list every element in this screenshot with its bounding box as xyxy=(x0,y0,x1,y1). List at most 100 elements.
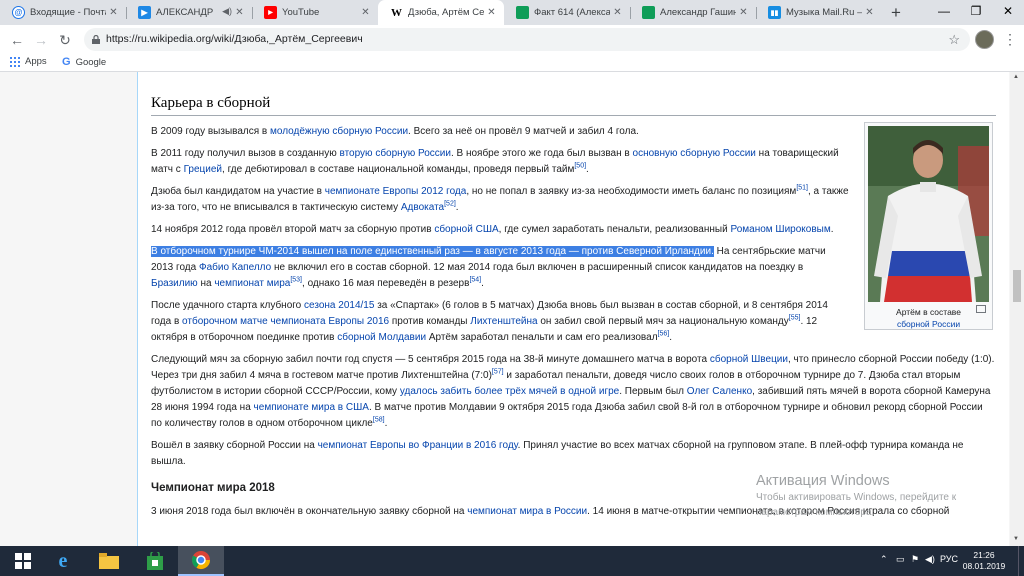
link[interactable]: молодёжную сборную России xyxy=(270,126,408,137)
reference[interactable]: [50] xyxy=(574,163,586,170)
scroll-thumb[interactable] xyxy=(1013,270,1021,302)
link[interactable]: отборочном матче чемпионата Европы 2016 xyxy=(182,316,389,327)
volume-icon[interactable]: ◀) xyxy=(925,554,935,565)
close-icon[interactable]: ✕ xyxy=(359,6,372,19)
close-icon[interactable]: ✕ xyxy=(737,6,750,19)
link[interactable]: сборной Швеции xyxy=(710,354,788,365)
text: . Всего за неё он провёл 9 матчей и заби… xyxy=(408,126,639,137)
paragraph: Следующий мяч за сборную забил почти год… xyxy=(151,352,996,432)
link[interactable]: основную сборную России xyxy=(633,148,756,159)
store-icon xyxy=(147,552,163,570)
address-bar[interactable]: https://ru.wikipedia.org/wiki/Дзюба,_Арт… xyxy=(84,28,970,51)
link[interactable]: Олег Саленко xyxy=(687,386,752,397)
sheet-icon xyxy=(516,6,529,19)
mail-icon: @ xyxy=(12,6,25,19)
enlarge-icon[interactable] xyxy=(976,305,986,313)
reload-button[interactable]: ↻ xyxy=(54,29,76,51)
link[interactable]: чемпионате Европы 2012 года xyxy=(325,186,467,197)
link[interactable]: сборной Молдавии xyxy=(337,332,426,343)
show-hidden-icons[interactable]: ⌃ xyxy=(880,554,888,565)
watermark-line1: Чтобы активировать Windows, перейдите к xyxy=(756,492,957,503)
tab-sheet-fact[interactable]: Факт 614 (Александр ✕ xyxy=(504,0,630,25)
avatar[interactable] xyxy=(975,30,994,49)
back-button[interactable]: ← xyxy=(6,29,28,51)
reference[interactable]: [54] xyxy=(469,277,481,284)
paragraph: После удачного старта клубного сезона 20… xyxy=(151,298,849,346)
tab-music-video[interactable]: ▶ АЛЕКСАНДР ГАШИНЯН ◀) ✕ xyxy=(126,0,252,25)
chrome-button[interactable] xyxy=(178,546,224,576)
text: В 2009 году вызывался в xyxy=(151,126,271,137)
paragraph: Дзюба был кандидатом на участие в чемпио… xyxy=(151,184,849,216)
bookmark-star-icon[interactable]: ☆ xyxy=(948,28,960,51)
close-icon[interactable]: ✕ xyxy=(233,6,246,19)
text: . xyxy=(586,164,589,175)
link[interactable]: удалось забить более трёх мячей в одной … xyxy=(400,386,619,397)
tab-youtube[interactable]: ▶ YouTube ✕ xyxy=(252,0,378,25)
internet-explorer-icon: e xyxy=(58,549,68,572)
flag-icon[interactable]: ⚑ xyxy=(911,554,919,565)
link[interactable]: Романом Широковым xyxy=(730,224,830,235)
text: . Первым был xyxy=(619,386,687,397)
internet-explorer-button[interactable]: e xyxy=(40,546,86,576)
link[interactable]: чемпионат мира xyxy=(214,278,290,289)
reference[interactable]: [56] xyxy=(658,331,670,338)
player-photo[interactable] xyxy=(868,126,989,302)
scroll-up-icon[interactable]: ▲ xyxy=(1013,74,1019,80)
clock[interactable]: 21:26 08.01.2019 xyxy=(960,550,1008,572)
youtube-icon: ▶ xyxy=(264,6,277,19)
close-icon[interactable]: ✕ xyxy=(485,6,498,19)
tab-label: Александр Гашинян xyxy=(660,7,736,18)
bookmark-apps[interactable]: Apps xyxy=(10,56,47,67)
link[interactable]: Адвоката xyxy=(401,202,444,213)
close-window-button[interactable]: ✕ xyxy=(992,0,1024,22)
link[interactable]: чемпионате мира в США xyxy=(254,402,369,413)
maximize-button[interactable]: ❐ xyxy=(960,0,992,22)
minimize-button[interactable]: — xyxy=(928,0,960,22)
tab-mail[interactable]: @ Входящие - Почта ✕ xyxy=(0,0,126,25)
link[interactable]: Лихтенштейна xyxy=(470,316,537,327)
tab-sheet-gashinyan[interactable]: Александр Гашинян ✕ xyxy=(630,0,756,25)
reference[interactable]: [58] xyxy=(373,417,385,424)
language-indicator[interactable]: РУС xyxy=(940,554,958,564)
tab-music-mail[interactable]: ▮▮ Музыка Mail.Ru – с ✕ xyxy=(756,0,882,25)
selected-text[interactable]: В отборочном турнире ЧМ-2014 вышел на по… xyxy=(151,246,714,257)
image-caption: Артём в составе сборной России xyxy=(868,306,989,330)
speaker-icon[interactable]: ◀) xyxy=(222,6,232,17)
show-desktop-button[interactable] xyxy=(1018,546,1024,576)
close-icon[interactable]: ✕ xyxy=(863,6,876,19)
tab-label: Дзюба, Артём Сергеевич xyxy=(408,7,484,18)
text: , где сумел заработать пенальти, реализо… xyxy=(498,224,731,235)
text: . xyxy=(669,332,672,343)
scroll-down-icon[interactable]: ▼ xyxy=(1013,536,1019,542)
reference[interactable]: [57] xyxy=(492,369,504,376)
reference[interactable]: [55] xyxy=(789,315,801,322)
caption-link[interactable]: сборной России xyxy=(897,319,960,329)
new-tab-button[interactable]: + xyxy=(882,0,910,25)
folder-icon xyxy=(99,553,119,569)
close-icon[interactable]: ✕ xyxy=(107,6,120,19)
link[interactable]: вторую сборную России xyxy=(339,148,450,159)
link[interactable]: Бразилию xyxy=(151,278,198,289)
link[interactable]: чемпионат Европы во Франции в 2016 году xyxy=(318,440,518,451)
close-icon[interactable]: ✕ xyxy=(611,6,624,19)
paragraph: В отборочном турнире ЧМ-2014 вышел на по… xyxy=(151,244,849,292)
link[interactable]: Фабио Капелло xyxy=(199,262,271,273)
link[interactable]: Грецией xyxy=(184,164,222,175)
reference[interactable]: [53] xyxy=(290,277,302,284)
link[interactable]: сборной США xyxy=(434,224,498,235)
forward-button[interactable]: → xyxy=(30,29,52,51)
file-explorer-button[interactable] xyxy=(86,546,132,576)
reference[interactable]: [52] xyxy=(444,201,456,208)
watermark-line2: параметрам компьютера. xyxy=(756,507,875,518)
store-button[interactable] xyxy=(132,546,178,576)
text: . xyxy=(384,418,388,429)
network-icon[interactable]: ▭ xyxy=(896,554,905,565)
link[interactable]: сезона 2014/15 xyxy=(304,300,374,311)
reference[interactable]: [51] xyxy=(796,185,808,192)
text: , но не попал в заявку из-за необходимос… xyxy=(466,186,797,197)
page-scrollbar[interactable]: ▲ ▼ xyxy=(1010,72,1024,546)
bookmark-google[interactable]: G Google xyxy=(62,56,106,68)
menu-icon[interactable]: ⋮ xyxy=(1003,30,1017,48)
link[interactable]: чемпионат мира в России xyxy=(467,506,587,517)
tab-wikipedia[interactable]: W Дзюба, Артём Сергеевич ✕ xyxy=(378,0,504,25)
